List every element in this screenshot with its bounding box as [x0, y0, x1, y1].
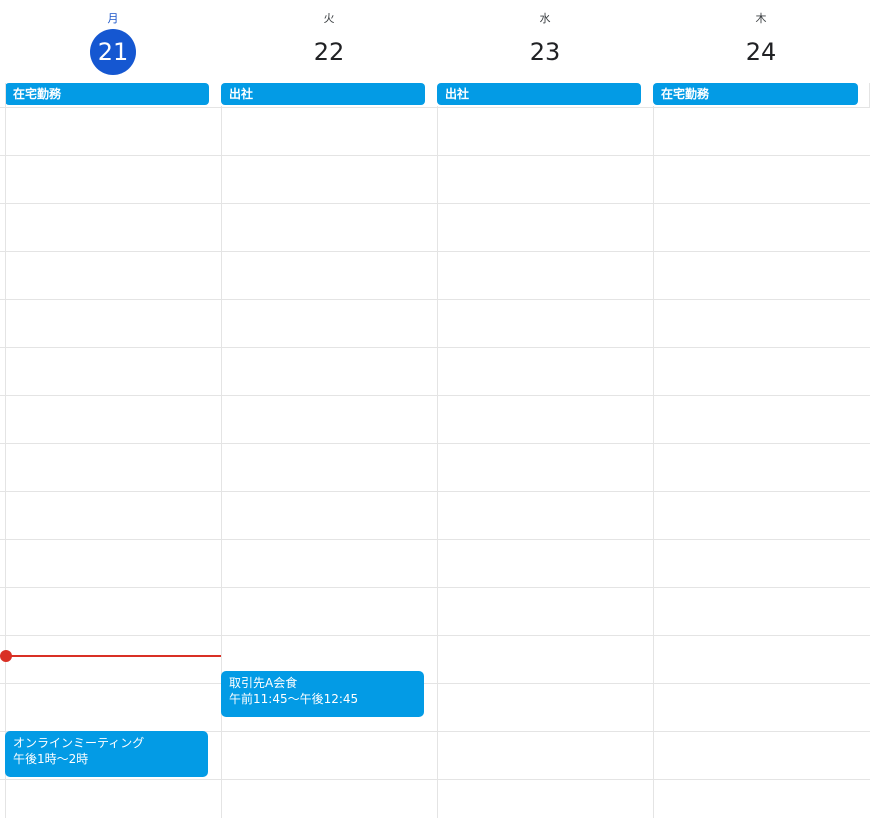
- event-time: 午後1時〜2時: [13, 752, 89, 766]
- day-header-thu: 木 24: [653, 0, 869, 82]
- grid-hline: [0, 683, 870, 684]
- grid-hline: [0, 155, 870, 156]
- event-title: 取引先A会食: [229, 676, 298, 690]
- current-time-line: [5, 655, 221, 657]
- grid-hline: [0, 395, 870, 396]
- grid-vline: [437, 106, 438, 818]
- grid-hline: [0, 587, 870, 588]
- date-button[interactable]: 23: [522, 29, 568, 75]
- current-time-dot: [0, 650, 12, 662]
- grid-hline: [0, 491, 870, 492]
- day-name: 水: [539, 12, 551, 25]
- day-name: 月: [107, 12, 119, 25]
- event-online-meeting[interactable]: オンラインミーティング 午後1時〜2時: [5, 731, 208, 777]
- date-button[interactable]: 22: [306, 29, 352, 75]
- grid-hline: [0, 539, 870, 540]
- grid-hline: [0, 635, 870, 636]
- all-day-event-mon[interactable]: 在宅勤務: [5, 83, 209, 105]
- event-client-dinner[interactable]: 取引先A会食 午前11:45〜午後12:45: [221, 671, 424, 717]
- all-day-event-thu[interactable]: 在宅勤務: [653, 83, 858, 105]
- day-header-tue: 火 22: [221, 0, 437, 82]
- grid-hline: [0, 443, 870, 444]
- grid-vline: [653, 106, 654, 818]
- grid-hline: [0, 347, 870, 348]
- day-header-wed: 水 23: [437, 0, 653, 82]
- grid-hline: [0, 779, 870, 780]
- grid-hline: [0, 107, 870, 108]
- date-button[interactable]: 24: [738, 29, 784, 75]
- today-date-button[interactable]: 21: [90, 29, 136, 75]
- event-time: 午前11:45〜午後12:45: [229, 692, 359, 706]
- day-name: 木: [755, 12, 767, 25]
- grid-hline: [0, 251, 870, 252]
- grid-vline: [5, 83, 6, 818]
- event-title: オンラインミーティング: [13, 736, 145, 750]
- grid-hline: [0, 203, 870, 204]
- day-header-mon: 月 21: [5, 0, 221, 82]
- day-name: 火: [323, 12, 335, 25]
- all-day-event-wed[interactable]: 出社: [437, 83, 641, 105]
- grid-hline: [0, 299, 870, 300]
- all-day-event-tue[interactable]: 出社: [221, 83, 425, 105]
